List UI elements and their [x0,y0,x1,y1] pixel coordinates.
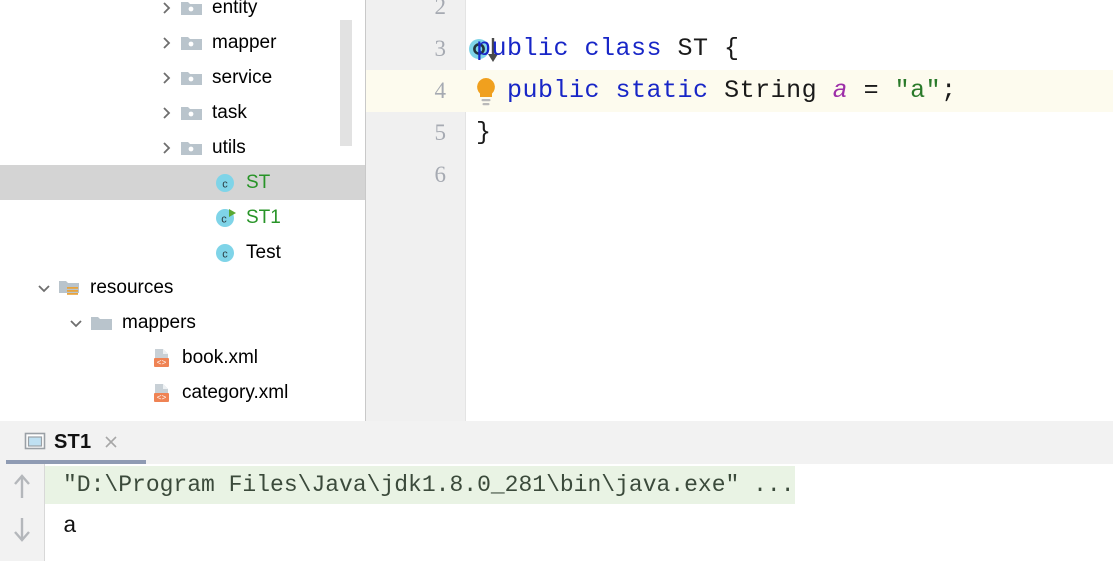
tree-arrow-placeholder [192,245,208,261]
code-content-area[interactable]: 2 3 public class ST {4 public static Strin… [366,0,1113,421]
arrow-up-icon[interactable] [8,472,36,502]
tree-item-label: service [212,66,273,88]
code-token: ; [941,76,957,105]
tree-item-st1[interactable]: c ST1 [0,200,366,235]
tree-item-label: ST [246,171,271,193]
tree-arrow-placeholder [192,175,208,191]
tree-item-mapper[interactable]: mapper [0,25,366,60]
console-tab-label: ST1 [54,430,92,453]
tree-item-label: ST1 [246,206,281,228]
line-number: 2 [434,0,447,19]
folder-package [180,137,204,159]
line-number: 6 [434,162,447,187]
chevron-right-icon[interactable] [158,70,174,86]
console-output-area[interactable]: "D:\Program Files\Java\jdk1.8.0_281\bin\… [45,464,1113,561]
xml-file-icon: <> [150,347,174,369]
close-icon[interactable] [103,434,119,450]
code-line[interactable]: 6 [366,154,1113,196]
code-token: } [476,118,492,147]
tree-item-label: task [212,101,247,123]
folder-package [180,102,204,124]
svg-text:<>: <> [157,394,167,403]
console-window-icon [24,432,46,452]
folder-package [180,32,204,54]
tree-item-entity[interactable]: entity [0,0,366,25]
tree-item-label: Test [246,241,281,263]
line-number: 4 [434,78,447,103]
resources-folder-icon [58,277,82,299]
tree-arrow-placeholder [128,350,144,366]
tree-item-book-xml[interactable]: <> book.xml [0,340,366,375]
console-output-line: a [63,513,77,539]
tree-item-label: mapper [212,31,277,53]
tree-item-test[interactable]: c Test [0,235,366,270]
svg-text:c: c [222,178,228,190]
xml-file-icon: <> [150,382,174,404]
folder-package [180,67,204,89]
tree-item-label: category.xml [182,381,289,403]
svg-text:c: c [222,248,228,260]
tree-item-utils[interactable]: utils [0,130,366,165]
tree-item-category-xml[interactable]: <> category.xml [0,375,366,410]
tree-item-label: utils [212,136,246,158]
code-line[interactable]: 4 public static String a = "a"; [366,70,1113,112]
run-tool-window: ST1 "D:\Program Files\Java\jdk1.8.0_281\… [0,421,1113,561]
console-side-toolbar [0,464,44,561]
code-token: = [848,76,895,105]
tree-item-mappers[interactable]: mappers [0,305,366,340]
ide-window: entity mapper service task utils c ST c ST1 c Test… [0,0,1113,561]
code-token: public class [476,34,678,63]
line-number: 3 [434,36,447,61]
code-text: public static String a = "a"; [476,70,957,112]
class-icon: c [214,242,238,264]
tree-item-st[interactable]: c ST [0,165,366,200]
tree-item-label: mappers [122,311,196,333]
chevron-down-icon[interactable] [68,315,84,331]
svg-text:c: c [221,213,227,225]
project-tree-scrollbar[interactable] [340,20,352,146]
chevron-right-icon[interactable] [158,35,174,51]
tree-item-label: resources [90,276,174,298]
code-line[interactable]: 3 public class ST { [366,28,1113,70]
chevron-right-icon[interactable] [158,105,174,121]
code-token: String [724,76,833,105]
chevron-right-icon[interactable] [158,140,174,156]
code-token: ST { [677,34,740,63]
chevron-down-icon[interactable] [36,280,52,296]
class-runnable-icon: c [214,207,238,229]
code-token: public static [507,76,725,105]
code-line[interactable]: 5} [366,112,1113,154]
tree-arrow-placeholder [128,385,144,401]
folder-icon [90,312,114,334]
svg-text:<>: <> [157,359,167,368]
tree-item-resources[interactable]: resources [0,270,366,305]
code-line[interactable]: 2 [366,0,1113,28]
console-tab-bar: ST1 [0,421,1113,464]
line-number: 5 [434,120,447,145]
arrow-down-icon[interactable] [8,514,36,544]
tree-arrow-placeholder [192,210,208,226]
tree-item-service[interactable]: service [0,60,366,95]
class-icon: c [214,172,238,194]
console-tab-st1[interactable]: ST1 [16,421,129,463]
code-editor-panel[interactable]: 2 3 public class ST {4 public static Strin… [366,0,1113,421]
tree-item-task[interactable]: task [0,95,366,130]
folder-package [180,0,204,19]
code-token: "a" [894,76,942,105]
code-text: } [476,112,492,154]
tree-item-label: book.xml [182,346,259,368]
tree-item-label: entity [212,0,258,18]
code-token: a [832,76,849,105]
chevron-right-icon[interactable] [158,0,174,16]
console-command-line: "D:\Program Files\Java\jdk1.8.0_281\bin\… [45,466,795,504]
top-split-area: entity mapper service task utils c ST c ST1 c Test… [0,0,1113,421]
code-text: public class ST { [476,28,740,70]
project-tree-panel[interactable]: entity mapper service task utils c ST c ST1 c Test… [0,0,366,421]
